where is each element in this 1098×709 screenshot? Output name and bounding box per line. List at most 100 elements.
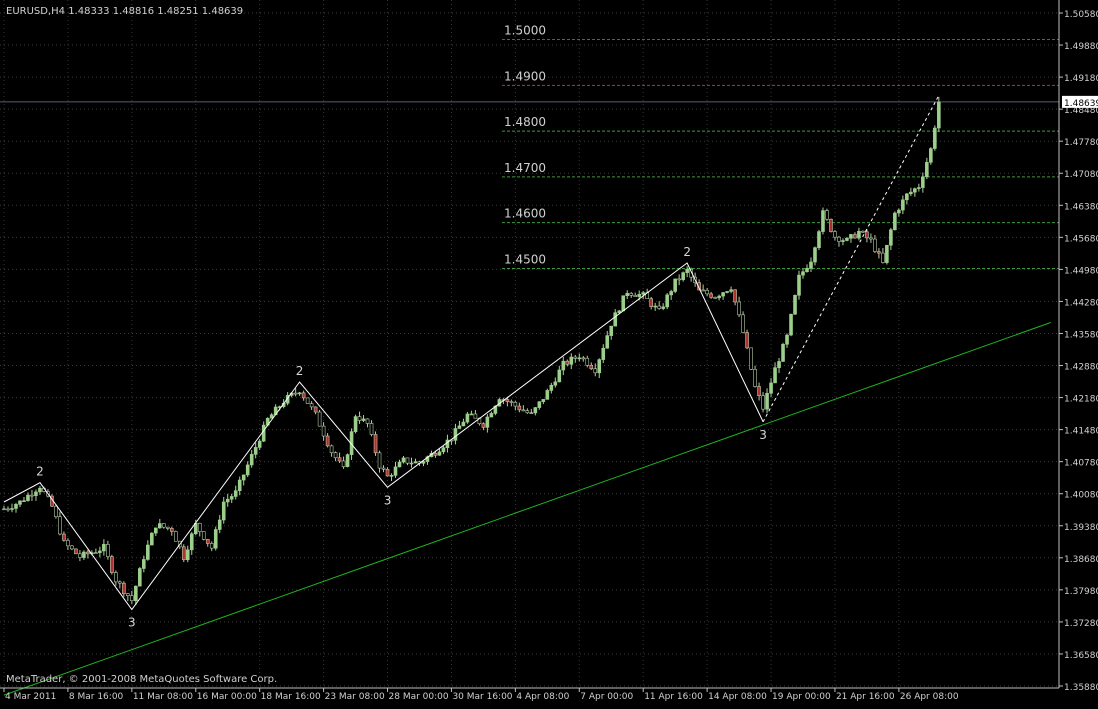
candle-body — [701, 289, 705, 292]
y-tick-label: 1.39380 — [1064, 523, 1098, 533]
candle-body — [305, 397, 310, 404]
candle-body — [793, 294, 797, 315]
candle-body — [841, 240, 845, 242]
y-tick-label: 1.43580 — [1064, 330, 1098, 340]
candle-body — [661, 306, 665, 309]
y-tick-label: 1.41480 — [1064, 427, 1098, 437]
candle-body — [197, 522, 202, 532]
candle-body — [293, 392, 298, 395]
current-price-label: 1.48639 — [1064, 99, 1098, 109]
candle-body — [185, 549, 190, 561]
level-label: 1.4800 — [504, 115, 546, 129]
candle-body — [765, 392, 769, 410]
fibonacci-levels: 1.5000 1.4900 1.4800 1.4700 1.4600 1.4500 — [0, 24, 1059, 269]
candle-body — [609, 325, 614, 336]
candle-body — [541, 399, 546, 402]
x-tick-label: 4 Apr 08:00 — [516, 692, 569, 702]
candle-body — [405, 457, 410, 464]
y-tick-label: 1.49880 — [1064, 42, 1098, 52]
candle-body — [877, 251, 881, 254]
candle-body — [142, 559, 146, 569]
candle-body — [829, 218, 833, 232]
wave-label: 3 — [128, 616, 136, 630]
candle-body — [134, 585, 138, 602]
candle-body — [353, 416, 358, 432]
price-chart[interactable]: 1.5000 1.4900 1.4800 1.4700 1.4600 1.4500 232… — [0, 0, 1098, 704]
candle-body — [401, 457, 406, 463]
y-tick-label: 1.37280 — [1064, 619, 1098, 629]
x-tick-label: 14 Apr 08:00 — [708, 692, 767, 702]
candle-body — [369, 423, 374, 435]
candle-body — [485, 416, 490, 428]
candle-body — [857, 230, 861, 239]
level-label: 1.4700 — [504, 161, 546, 175]
chart-svg[interactable]: 1.50001.49001.48001.47001.46001.4500 232… — [0, 0, 1098, 704]
candle-body — [589, 365, 594, 370]
candle-body — [309, 403, 314, 408]
candle-body — [909, 191, 913, 195]
candle-body — [201, 531, 206, 540]
candle-body — [557, 369, 562, 383]
candle-body — [741, 314, 745, 333]
candle-body — [729, 289, 733, 292]
candle-body — [441, 447, 446, 453]
candle-body — [78, 553, 82, 558]
x-tick-label: 19 Apr 00:00 — [772, 692, 831, 702]
x-tick-label: 7 Apr 00:00 — [580, 692, 633, 702]
candle-body — [549, 384, 554, 391]
candle-body — [613, 312, 618, 327]
candle-body — [38, 487, 42, 493]
candle-body — [717, 295, 721, 299]
x-tick-label: 30 Mar 16:00 — [452, 692, 512, 702]
candle-body — [469, 413, 474, 416]
candle-body — [593, 368, 598, 374]
candle-body — [146, 544, 150, 560]
candle-body — [241, 474, 246, 481]
candle-body — [537, 401, 542, 408]
candle-body — [397, 461, 402, 468]
candle-body — [169, 528, 174, 532]
candle-body — [825, 210, 829, 220]
y-tick-label: 1.35880 — [1064, 683, 1098, 693]
candle-body — [82, 551, 86, 558]
y-tick-label: 1.36580 — [1064, 651, 1098, 661]
candle-body — [433, 452, 438, 456]
trend-line — [3, 322, 1051, 696]
candle-body — [885, 244, 889, 263]
candle-body — [681, 272, 685, 281]
wave-label: 2 — [36, 465, 44, 479]
candle-body — [361, 418, 366, 421]
candle-body — [581, 357, 586, 360]
candle-body — [709, 293, 713, 298]
candle-body — [154, 527, 158, 534]
candle-body — [921, 176, 925, 188]
candle-body — [777, 361, 781, 368]
candle-body — [913, 188, 917, 193]
candle-body — [385, 468, 390, 477]
candle-body — [393, 466, 398, 476]
candle-body — [781, 343, 785, 362]
candle-body — [261, 424, 266, 442]
candle-body — [317, 411, 322, 427]
candle-body — [737, 301, 741, 316]
candle-body — [165, 526, 170, 529]
candle-body — [937, 101, 941, 129]
y-tick-label: 1.47080 — [1064, 170, 1098, 180]
grid — [0, 0, 1059, 688]
candle-body — [553, 381, 558, 386]
candle-body — [94, 552, 98, 554]
candle-body — [505, 399, 510, 402]
candle-body — [881, 252, 885, 263]
candle-body — [337, 457, 342, 462]
candle-body — [58, 516, 62, 535]
candle-body — [357, 416, 362, 421]
candle-body — [785, 334, 789, 345]
candle-body — [173, 531, 178, 542]
y-tick-label: 1.42880 — [1064, 363, 1098, 373]
candle-body — [457, 425, 462, 429]
candle-body — [341, 460, 346, 467]
candle-body — [373, 434, 378, 454]
candle-body — [585, 357, 590, 366]
candle-body — [14, 504, 18, 509]
level-label: 1.4600 — [504, 207, 546, 221]
